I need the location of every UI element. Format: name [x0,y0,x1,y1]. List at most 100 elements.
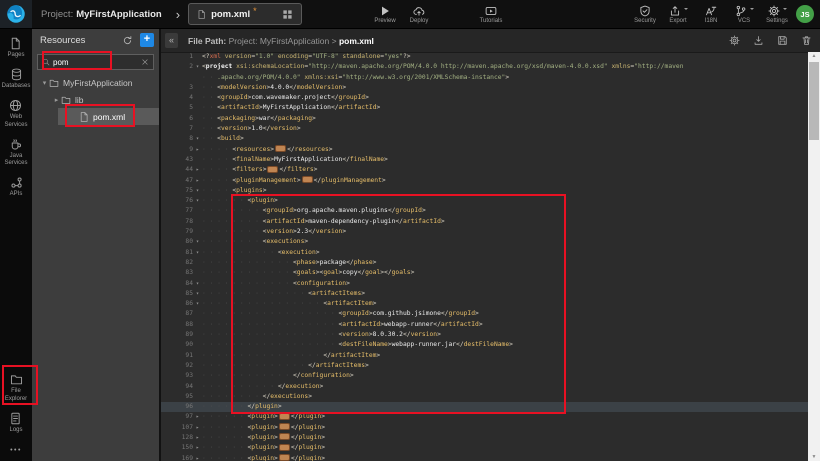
fold-marker-icon[interactable]: ▾ [193,134,202,144]
fold-marker-icon[interactable]: ▾ [193,248,202,258]
code-line[interactable]: 6· · <packaging>war</packaging> [161,114,808,124]
code-line[interactable]: 3· · <modelVersion>4.0.0</modelVersion> [161,83,808,93]
code-line[interactable]: 84▾· · · · · · · · · · · · <configuratio… [161,279,808,289]
folded-code-icon[interactable] [275,145,286,152]
sidebar-item-java-services[interactable]: JavaServices [4,138,27,167]
code-line[interactable]: 97▸· · · · · · <plugin></plugin> [161,412,808,422]
tree-caret-icon[interactable]: ▾ [40,79,49,87]
tree-item-MyFirstApplication[interactable]: ▾MyFirstApplication [32,74,159,91]
code-line[interactable]: 85▾· · · · · · · · · · · · · · <artifact… [161,289,808,299]
code-line[interactable]: 78· · · · · · · · <artifactId>maven-depe… [161,217,808,227]
code-line[interactable]: 2▾<project xsi:schemaLocation="http://ma… [161,62,808,72]
folded-code-icon[interactable] [279,454,290,461]
sidebar-item-apis[interactable]: APIs [10,176,23,198]
code-line[interactable]: 93· · · · · · · · · · · · </configuratio… [161,371,808,381]
topbar-action-preview[interactable]: Preview [372,5,398,24]
topbar-action-deploy[interactable]: Deploy [406,5,432,24]
fold-marker-icon[interactable]: ▸ [193,165,202,175]
tree-item-pom-xml[interactable]: pom.xml [58,108,159,125]
code-line[interactable]: 82· · · · · · · · · · · · <phase>package… [161,258,808,268]
code-line[interactable]: 80▾· · · · · · · · <executions> [161,237,808,247]
delete-button[interactable] [801,35,812,46]
download-button[interactable] [753,35,764,46]
fold-marker-icon[interactable]: ▾ [193,279,202,289]
fold-marker-icon[interactable]: ▾ [193,289,202,299]
code-line[interactable]: 90· · · · · · · · · · · · · · · · · · <d… [161,340,808,350]
sidebar-item-databases[interactable]: Databases [2,68,31,90]
code-line[interactable]: 83· · · · · · · · · · · · <goals><goal>c… [161,268,808,278]
code-line[interactable]: 81▾· · · · · · · · · · <execution> [161,248,808,258]
save-button[interactable] [777,35,788,46]
fold-marker-icon[interactable]: ▾ [193,62,202,72]
code-line[interactable]: 150▸· · · · · · <plugin></plugin> [161,443,808,453]
code-line[interactable]: 88· · · · · · · · · · · · · · · · · · <a… [161,320,808,330]
sidebar-item-web-services[interactable]: WebServices [4,99,27,128]
fold-marker-icon[interactable]: ▾ [193,186,202,196]
fold-marker-icon[interactable]: ▸ [193,454,202,461]
tree-item-lib[interactable]: ▸lib [32,91,159,108]
sidebar-item-logs[interactable]: Logs [9,412,22,434]
code-line[interactable]: 91· · · · · · · · · · · · · · · · </arti… [161,351,808,361]
code-line[interactable]: 47▸· · · · <pluginManagement></pluginMan… [161,176,808,186]
wavemaker-logo[interactable] [0,0,32,28]
tree-caret-icon[interactable]: ▸ [52,96,61,104]
fold-marker-icon[interactable]: ▸ [193,176,202,186]
topbar-action-export[interactable]: Export [665,5,691,24]
tab-pom-xml[interactable]: pom.xml * [188,3,302,25]
code-line[interactable]: 4· · <groupId>com.wavemaker.project</gro… [161,93,808,103]
code-line[interactable]: 43· · · · <finalName>MyFirstApplication<… [161,155,808,165]
fold-marker-icon[interactable]: ▸ [193,423,202,433]
topbar-action-tutorials[interactable]: Tutorials [478,5,504,24]
code-line[interactable]: 95· · · · · · · · </executions> [161,392,808,402]
user-avatar[interactable]: JS [796,5,814,23]
fold-marker-icon[interactable]: ▾ [193,237,202,247]
folded-code-icon[interactable] [279,413,290,420]
code-line[interactable]: 5· · <artifactId>MyFirstApplication</art… [161,103,808,113]
code-line[interactable]: 94· · · · · · · · · · </execution> [161,382,808,392]
code-line[interactable]: 8▾· · <build> [161,134,808,144]
topbar-action-security[interactable]: Security [632,5,658,24]
editor-scrollbar[interactable]: ▲ ▼ [808,52,820,461]
folded-code-icon[interactable] [267,166,278,173]
folded-code-icon[interactable] [279,433,290,440]
code-line[interactable]: 169▸· · · · · · <plugin></plugin> [161,454,808,461]
topbar-action-vcs[interactable]: VCS [731,5,757,24]
code-line[interactable]: 75▾· · · · <plugins> [161,186,808,196]
clear-search-icon[interactable] [141,58,149,66]
fold-marker-icon[interactable]: ▸ [193,145,202,155]
fold-marker-icon[interactable]: ▾ [193,196,202,206]
code-line[interactable]: 92· · · · · · · · · · · · · · </artifact… [161,361,808,371]
add-resource-button[interactable]: + [140,33,154,47]
folded-code-icon[interactable] [279,444,290,451]
fold-marker-icon[interactable]: ▸ [193,443,202,453]
search-input[interactable] [53,58,141,67]
scrollbar-thumb[interactable] [809,62,819,140]
scroll-down-icon[interactable]: ▼ [808,453,820,461]
code-line[interactable]: 77· · · · · · · · <groupId>org.apache.ma… [161,206,808,216]
topbar-action-i18n[interactable]: I18N [698,5,724,24]
fold-marker-icon[interactable]: ▾ [193,299,202,309]
grid-icon[interactable] [282,9,293,20]
fold-marker-icon[interactable]: ▸ [193,412,202,422]
topbar-action-settings[interactable]: Settings [764,5,790,24]
code-line[interactable]: · · .apache.org/POM/4.0.0" xmlns:xsi="ht… [161,73,808,83]
more-options-icon[interactable]: ••• [10,447,22,454]
code-line[interactable]: 128▸· · · · · · <plugin></plugin> [161,433,808,443]
code-line[interactable]: 9▸· · · · <resources></resources> [161,145,808,155]
code-line[interactable]: 44▸· · · · <filters></filters> [161,165,808,175]
fold-marker-icon[interactable]: ▸ [193,433,202,443]
code-line[interactable]: 96· · · · · · </plugin> [161,402,808,412]
code-line[interactable]: 87· · · · · · · · · · · · · · · · · · <g… [161,309,808,319]
code-line[interactable]: 89· · · · · · · · · · · · · · · · · · <v… [161,330,808,340]
refresh-icon[interactable] [122,35,133,46]
code-line[interactable]: 76▾· · · · · · <plugin> [161,196,808,206]
settings-button[interactable] [729,35,740,46]
folded-code-icon[interactable] [279,423,290,430]
project-breadcrumb[interactable]: Project:MyFirstApplication [41,9,162,20]
code-line[interactable]: 107▸· · · · · · <plugin></plugin> [161,423,808,433]
code-line[interactable]: 1<?xml version="1.0" encoding="UTF-8" st… [161,52,808,62]
scroll-up-icon[interactable]: ▲ [808,52,820,61]
collapse-panel-button[interactable]: « [165,33,178,48]
sidebar-item-file-explorer[interactable]: FileExplorer [5,373,27,402]
sidebar-item-pages[interactable]: Pages [7,37,24,59]
